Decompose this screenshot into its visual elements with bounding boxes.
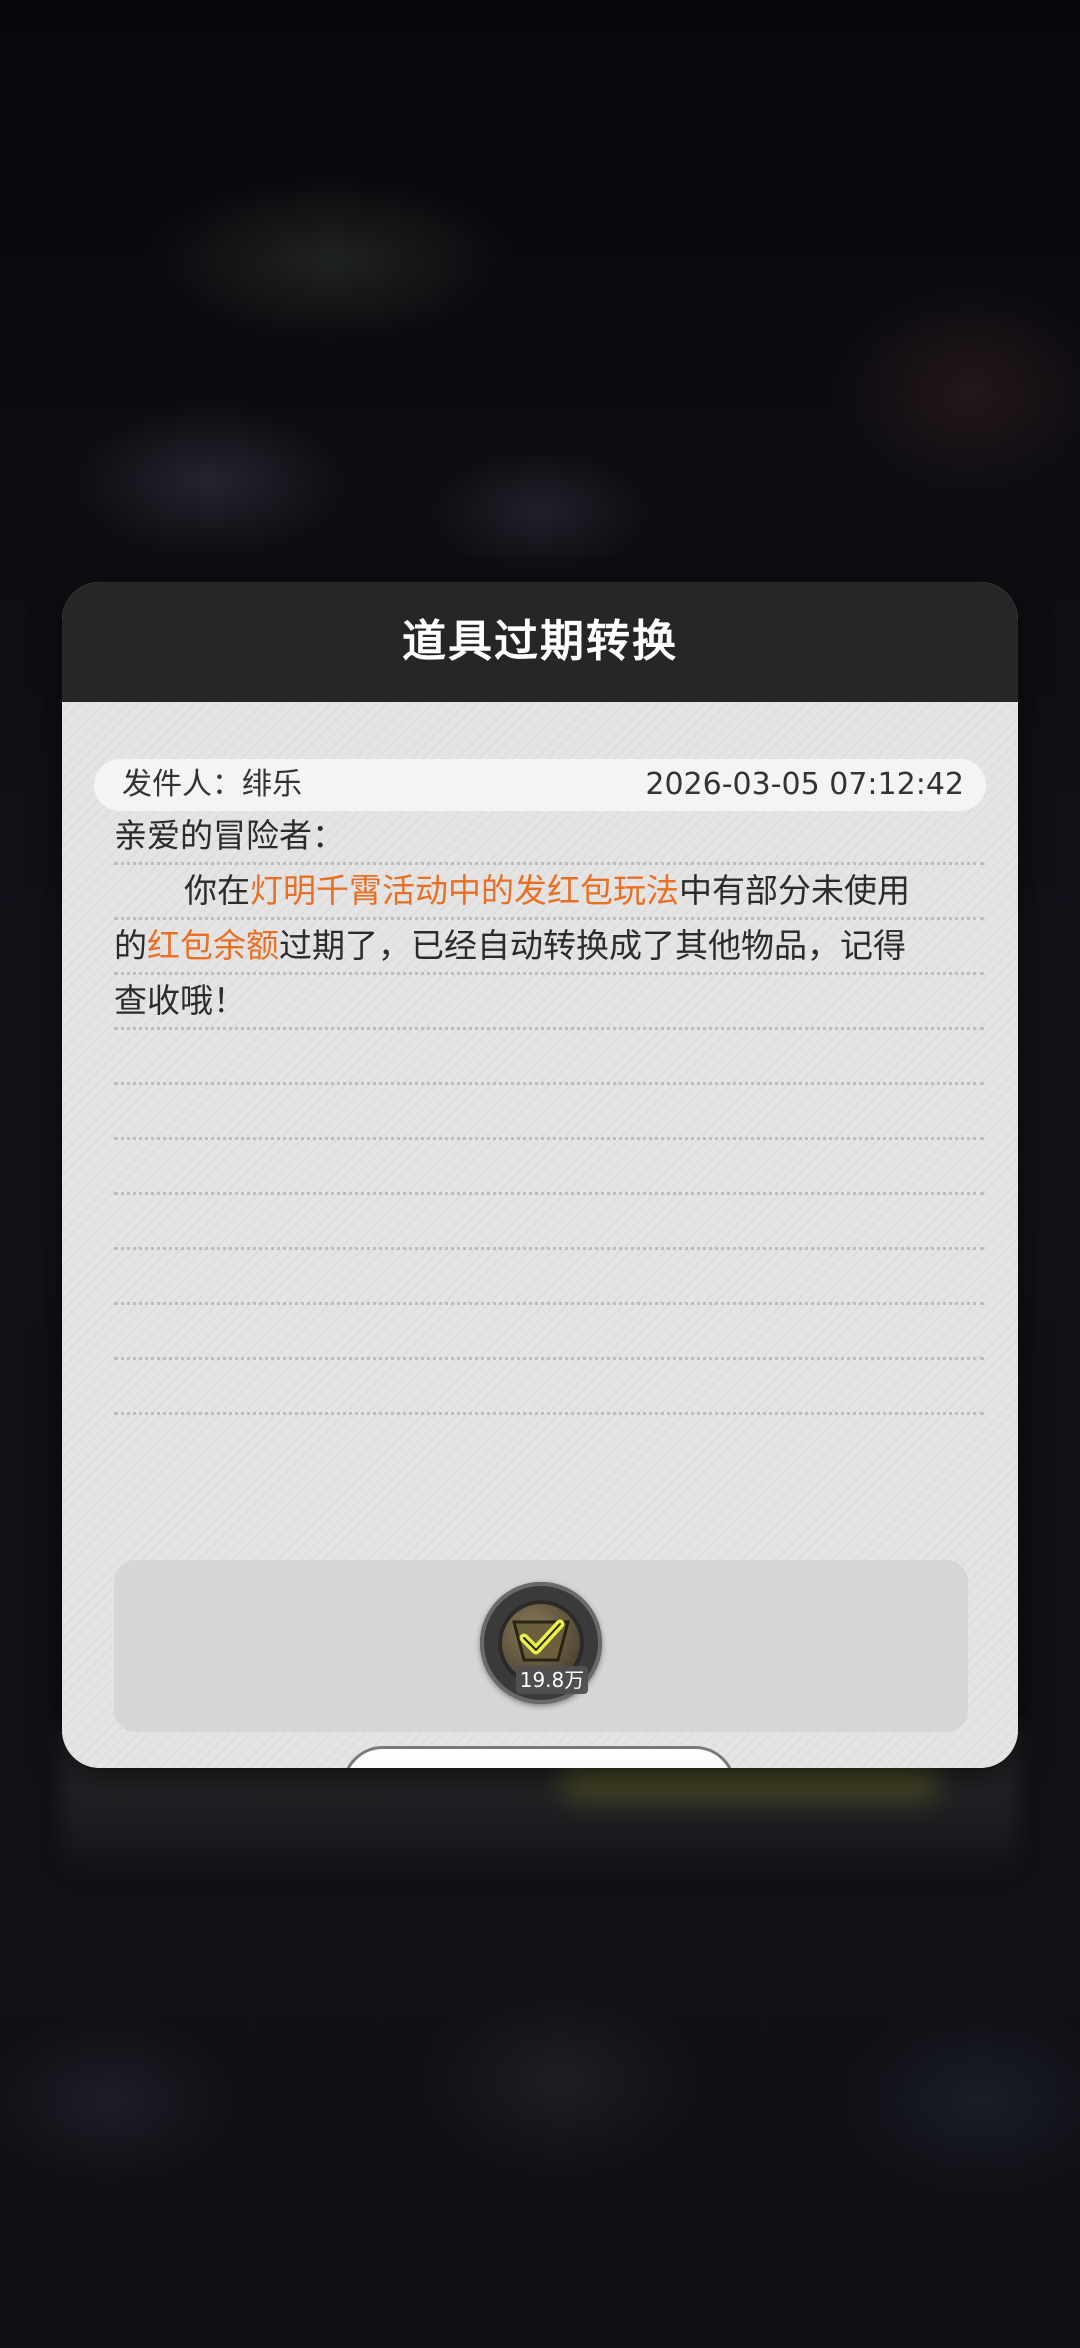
button-decoration-icon: ›: [675, 1767, 715, 1768]
letter-text: 中有部分未使用: [679, 871, 910, 910]
letter-text: 过期了，已经自动转换成了其他物品，记得: [279, 926, 906, 965]
checkmark-badge-icon: [512, 1619, 570, 1662]
delete-button[interactable]: ‹ 删除 ›: [342, 1746, 736, 1768]
delete-label: 删除: [345, 1749, 733, 1768]
letter-line-empty: [114, 1030, 984, 1085]
letter-text: 的: [114, 926, 147, 965]
letter-line-empty: [114, 1085, 984, 1140]
reward-item[interactable]: 19.8万: [480, 1582, 602, 1704]
letter-line-empty: [114, 1305, 984, 1360]
letter-line: 的红包余额过期了，已经自动转换成了其他物品，记得: [114, 920, 984, 975]
dialog-title: 道具过期转换: [402, 616, 678, 667]
letter-line-empty: [114, 1360, 984, 1415]
letter-line: 亲爱的冒险者：: [114, 810, 984, 865]
highlight-event-name: 灯明千霄活动中的发红包玩法: [250, 871, 679, 910]
letter-line: 查收哦！: [114, 975, 984, 1030]
mail-dialog: 道具过期转换 发件人：绯乐 2026-03-05 07:12:42 亲爱的冒险者…: [62, 582, 1018, 1768]
dialog-header: 道具过期转换: [62, 582, 1018, 702]
sender-label: 发件人：绯乐: [122, 767, 302, 802]
letter-text: 查收哦！: [114, 981, 246, 1020]
letter-text: 你在: [184, 871, 250, 910]
greeting: 亲爱的冒险者：: [114, 816, 345, 855]
highlight-balance: 红包余额: [147, 926, 279, 965]
mail-timestamp: 2026-03-05 07:12:42: [645, 767, 964, 802]
reward-count: 19.8万: [516, 1666, 588, 1694]
mail-content: 亲爱的冒险者： 你在灯明千霄活动中的发红包玩法中有部分未使用 的红包余额过期了，…: [114, 810, 984, 1415]
letter-line-empty: [114, 1140, 984, 1195]
mail-meta-bar: 发件人：绯乐 2026-03-05 07:12:42: [94, 759, 986, 811]
letter-line-empty: [114, 1195, 984, 1250]
letter-line-empty: [114, 1250, 984, 1305]
dialog-body: 发件人：绯乐 2026-03-05 07:12:42 亲爱的冒险者： 你在灯明千…: [62, 702, 1018, 1768]
letter-line: 你在灯明千霄活动中的发红包玩法中有部分未使用: [114, 865, 984, 920]
attachment-panel: 19.8万: [114, 1560, 968, 1732]
